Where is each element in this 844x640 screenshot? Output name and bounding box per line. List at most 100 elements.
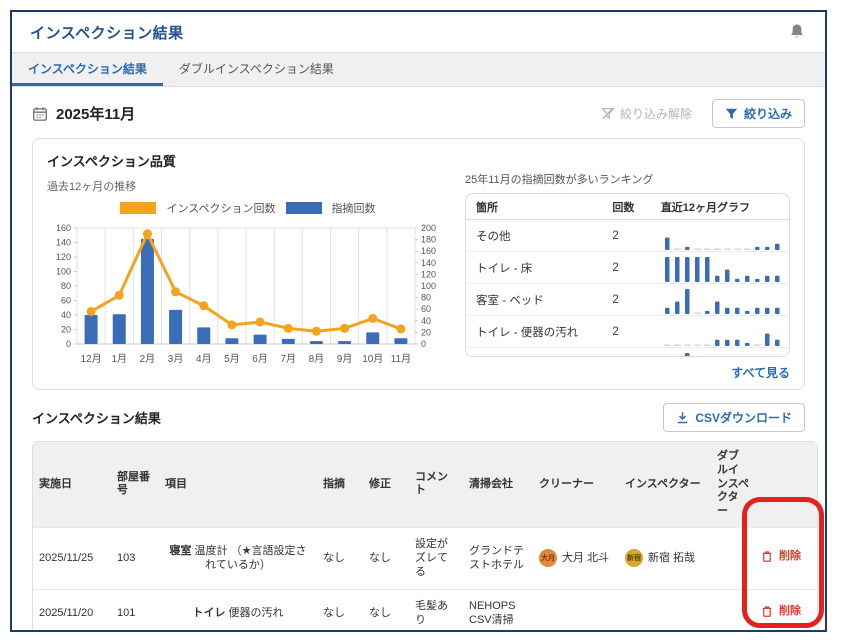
svg-text:20: 20 [421, 327, 431, 337]
month-selector-row: 2025年11月 絞り込み解除 絞り込み [32, 95, 805, 138]
svg-text:80: 80 [61, 281, 71, 291]
svg-text:0: 0 [66, 339, 71, 349]
csv-download-button[interactable]: CSVダウンロード [663, 403, 805, 432]
cell-date: 2025/11/20 [33, 589, 111, 632]
sparkline-chart [661, 253, 783, 283]
legend-swatch-line [120, 202, 156, 214]
table-row: 2025/11/25103寝室 温度計 （★言語設定されているか）なしなし設定が… [33, 527, 817, 589]
delete-button[interactable]: 削除 [761, 604, 801, 618]
ranking-count: 2 [612, 326, 660, 338]
inspection-quality-card: インスペクション品質 過去12ヶ月の推移 インスペクション回数指摘回数 0204… [32, 138, 805, 390]
app-window: インスペクション結果 インスペクション結果 ダブルインスペクション結果 2025… [10, 10, 827, 632]
ranking-row: その他2 [466, 220, 789, 252]
table-row: 2025/11/20101トイレ 便器の汚れなしなし毛髪ありNEHOPS CSV… [33, 589, 817, 632]
ranking-row: 客室 - ベッド2 [466, 284, 789, 316]
svg-text:1月: 1月 [111, 353, 127, 365]
svg-text:3月: 3月 [168, 353, 184, 365]
item-category: 寝室 [170, 545, 192, 557]
svg-text:11月: 11月 [391, 353, 411, 365]
trend-chart-panel: インスペクション品質 過去12ヶ月の推移 インスペクション回数指摘回数 0204… [47, 149, 449, 381]
svg-text:12月: 12月 [81, 353, 102, 365]
ranking-row: トイレ - 床2 [466, 252, 789, 284]
legend-label: 指摘回数 [332, 200, 376, 216]
delete-button[interactable]: 削除 [761, 549, 801, 563]
cell-point: なし [317, 589, 363, 632]
person-chip: 大月大月 北斗 [539, 549, 613, 567]
svg-text:80: 80 [421, 293, 431, 303]
svg-text:120: 120 [421, 269, 436, 279]
tab-inspection-results[interactable]: インスペクション結果 [12, 53, 163, 86]
clear-filter-button[interactable]: 絞り込み解除 [601, 105, 692, 122]
ranking-sparkline-cell [661, 253, 779, 283]
sparkline-chart [661, 221, 783, 251]
column-header: 部屋番号 [111, 442, 159, 527]
svg-text:0: 0 [421, 339, 426, 349]
svg-text:4月: 4月 [196, 353, 212, 365]
ranking-row: 客室 - ベイシン1 [466, 348, 789, 357]
legend-label: インスペクション回数 [166, 200, 275, 216]
page-title: インスペクション結果 [30, 22, 184, 43]
column-header: ダブルインスペクター [711, 442, 755, 527]
ranking-count: 2 [612, 262, 660, 274]
svg-text:160: 160 [421, 246, 436, 256]
avatar: 新宿 [625, 549, 643, 567]
cell-actions: 削除 [755, 589, 817, 632]
column-header-actions [755, 442, 817, 527]
ranking-panel: 25年11月の指摘回数が多いランキング 箇所 回数 直近12ヶ月グラフ その他2… [465, 149, 790, 381]
notification-bell-icon[interactable] [787, 22, 807, 42]
svg-text:8月: 8月 [309, 353, 325, 365]
ranking-table: 箇所 回数 直近12ヶ月グラフ その他2トイレ - 床2客室 - ベッド2トイレ… [465, 193, 790, 357]
svg-text:140: 140 [421, 258, 436, 268]
svg-text:20: 20 [61, 325, 71, 335]
svg-text:60: 60 [421, 304, 431, 314]
svg-text:2月: 2月 [140, 353, 156, 365]
tab-double-inspection-results[interactable]: ダブルインスペクション結果 [163, 53, 350, 86]
ranking-sparkline-cell [661, 317, 779, 347]
filter-icon [725, 108, 738, 120]
results-title: インスペクション結果 [32, 408, 161, 427]
filter-off-icon [601, 107, 615, 120]
ranking-sparkline-cell [661, 285, 779, 315]
content-area: 2025年11月 絞り込み解除 絞り込み インスペクショ [12, 87, 825, 632]
svg-text:40: 40 [421, 316, 431, 326]
svg-text:120: 120 [56, 252, 71, 262]
ranking-location: トイレ - 床 [476, 260, 612, 276]
delete-label: 削除 [779, 604, 801, 618]
column-header: 実施日 [33, 442, 111, 527]
sparkline-chart [661, 349, 783, 357]
legend-swatch-bar [286, 202, 322, 214]
cell-double-inspector [711, 527, 755, 589]
cell-room: 101 [111, 589, 159, 632]
results-table-header: 実施日部屋番号項目指摘修正コメント清掃会社クリーナーインスペクターダブルインスペ… [33, 442, 817, 527]
svg-text:7月: 7月 [280, 353, 296, 365]
cell-item: 寝室 温度計 （★言語設定されているか） [159, 527, 317, 589]
svg-text:60: 60 [61, 296, 71, 306]
svg-text:100: 100 [421, 281, 436, 291]
trend-subtitle: 過去12ヶ月の推移 [47, 178, 449, 194]
column-header: 項目 [159, 442, 317, 527]
ranking-location: 客室 - ベイシン [476, 356, 612, 357]
ranking-title: 25年11月の指摘回数が多いランキング [465, 171, 790, 187]
filter-button[interactable]: 絞り込み [712, 99, 805, 128]
column-header: クリーナー [533, 442, 619, 527]
person-name: 新宿 拓哉 [648, 551, 695, 565]
svg-text:9月: 9月 [337, 353, 353, 365]
cell-cleaner: 大月大月 北斗 [533, 527, 619, 589]
calendar-icon[interactable] [32, 106, 48, 122]
title-bar: インスペクション結果 [12, 12, 825, 52]
ranking-rows: その他2トイレ - 床2客室 - ベッド2トイレ - 便器の汚れ2客室 - ベイ… [466, 220, 789, 357]
column-header: 修正 [363, 442, 409, 527]
download-icon [676, 411, 689, 424]
results-table: 実施日部屋番号項目指摘修正コメント清掃会社クリーナーインスペクターダブルインスペ… [32, 441, 818, 632]
sparkline-chart [661, 285, 783, 315]
cell-inspector [619, 589, 711, 632]
svg-text:6月: 6月 [252, 353, 268, 365]
selected-month[interactable]: 2025年11月 [56, 103, 135, 124]
svg-text:160: 160 [56, 223, 71, 233]
person-name: 大月 北斗 [562, 551, 609, 565]
see-all-link[interactable]: すべて見る [465, 364, 790, 381]
ranking-location: 客室 - ベッド [476, 292, 612, 308]
ranking-sparkline-cell [661, 349, 779, 357]
ranking-location: トイレ - 便器の汚れ [476, 324, 612, 340]
trend-combo-chart: 0204060801001201401600204060801001201401… [47, 218, 449, 376]
